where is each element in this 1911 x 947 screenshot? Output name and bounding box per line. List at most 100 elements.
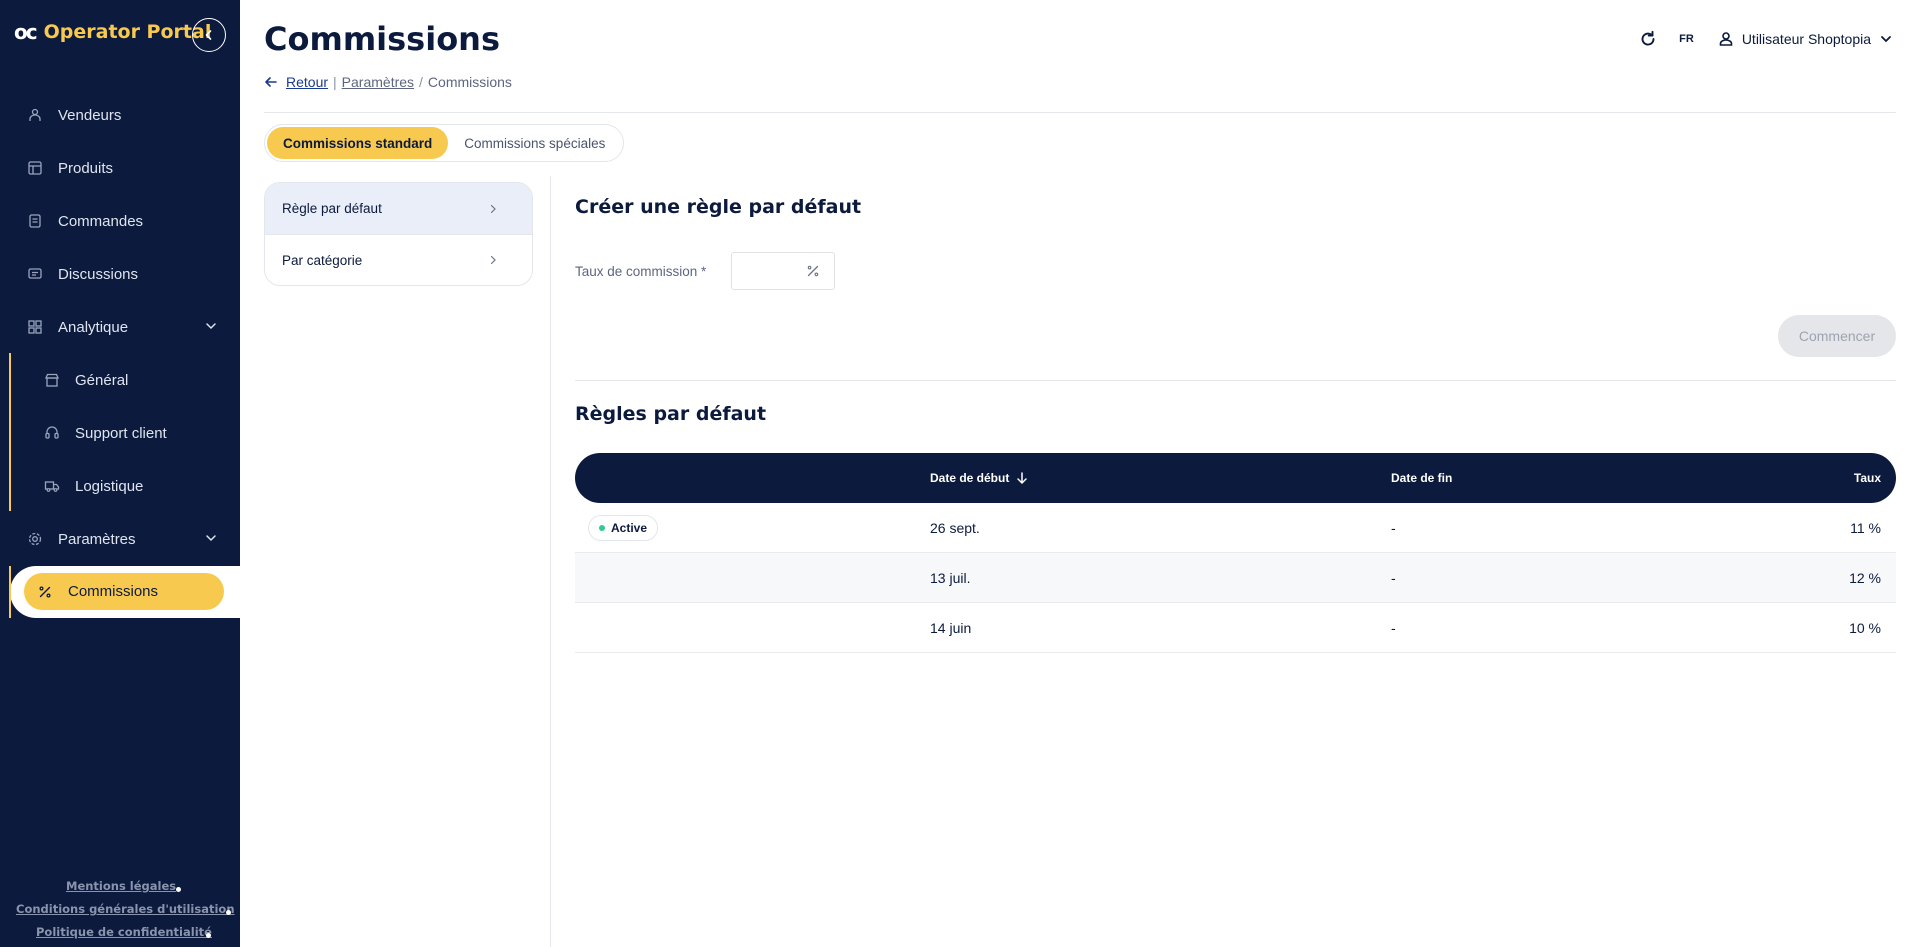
sidebar-item-label: Commandes — [58, 212, 144, 230]
percent-icon — [807, 265, 819, 277]
language-selector[interactable]: FR — [1679, 33, 1694, 45]
breadcrumb-current: Commissions — [427, 74, 512, 90]
column-start-date[interactable]: Date de début — [930, 453, 1029, 503]
sidebar-item-label: Général — [75, 371, 129, 389]
active-dot-icon — [599, 525, 605, 531]
brand-logo: oc — [14, 20, 38, 44]
default-rules-table: Date de début Date de fin Taux Active 26… — [575, 453, 1896, 653]
sidebar-item-vendeurs[interactable]: Vendeurs — [0, 95, 240, 135]
end-date-cell: - — [1391, 570, 1396, 586]
terms-link[interactable]: Conditions générales d'utilisation — [16, 902, 235, 916]
user-menu[interactable]: Utilisateur Shoptopia — [1718, 31, 1893, 47]
sidebar-item-label: Discussions — [58, 265, 139, 283]
sidebar-item-logistique[interactable]: Logistique — [0, 466, 240, 506]
sidebar-item-analytique[interactable]: Analytique — [0, 307, 240, 347]
status-cell: Active — [575, 503, 659, 553]
product-icon — [25, 158, 45, 178]
chat-icon — [25, 264, 45, 284]
headset-icon — [42, 423, 62, 443]
legal-notice-link[interactable]: Mentions légales — [66, 879, 176, 893]
default-rules-title: Règles par défaut — [575, 403, 767, 425]
start-button[interactable]: Commencer — [1778, 315, 1896, 357]
commission-tabs: Commissions standard Commissions spécial… — [264, 124, 625, 162]
sidebar-item-label: Commissions — [68, 583, 159, 600]
rate-cell: 10 % — [1849, 620, 1881, 636]
collapse-sidebar-button[interactable] — [192, 18, 226, 52]
start-date-cell: 14 juin — [930, 620, 972, 636]
active-indicator — [9, 566, 11, 618]
vendor-icon — [25, 105, 45, 125]
user-name: Utilisateur Shoptopia — [1741, 31, 1871, 47]
user-icon — [1719, 32, 1733, 46]
sidebar-item-label: Paramètres — [58, 530, 136, 548]
page-title: Commissions — [264, 20, 500, 58]
start-date-cell: 26 sept. — [930, 520, 980, 536]
create-rule-title: Créer une règle par défaut — [575, 196, 862, 218]
back-link[interactable]: Retour — [286, 74, 328, 90]
sidebar-item-commandes[interactable]: Commandes — [0, 201, 240, 241]
sidebar-item-label: Analytique — [58, 318, 129, 336]
header-tools: FR Utilisateur Shoptopia — [1639, 30, 1893, 48]
menu-item-label: Règle par défaut — [282, 201, 382, 216]
tab-commissions-speciales[interactable]: Commissions spéciales — [448, 127, 621, 159]
menu-item-label: Par catégorie — [282, 252, 363, 268]
gear-icon — [25, 529, 45, 549]
chevron-right-icon — [490, 204, 496, 213]
chevron-down-icon — [1881, 36, 1891, 43]
table-row[interactable]: Active 26 sept. - 11 % — [575, 503, 1896, 553]
rate-cell: 12 % — [1849, 570, 1881, 586]
main-content: Commissions FR Utilisateur Shoptopia Ret… — [240, 0, 1911, 947]
breadcrumb-separator: / — [419, 74, 423, 90]
status-label: Active — [611, 521, 648, 535]
table-header: Date de début Date de fin Taux — [575, 453, 1896, 503]
commission-rate-label: Taux de commission * — [575, 264, 707, 279]
breadcrumb-parametres[interactable]: Paramètres — [342, 74, 414, 90]
section-divider — [575, 380, 1896, 381]
sidebar: oc Operator Portal Vendeurs Produits Com… — [0, 0, 250, 947]
orders-icon — [25, 211, 45, 231]
refresh-button[interactable] — [1639, 30, 1657, 48]
column-rate: Taux — [1853, 471, 1881, 485]
sidebar-item-parametres[interactable]: Paramètres — [0, 519, 240, 559]
menu-item-regle-par-defaut[interactable]: Règle par défaut — [265, 183, 532, 234]
column-label: Date de début — [930, 471, 1010, 485]
truck-icon — [42, 476, 62, 496]
rate-cell: 11 % — [1850, 520, 1881, 536]
sidebar-item-discussions[interactable]: Discussions — [0, 254, 240, 294]
table-row[interactable]: 13 juil. - 12 % — [575, 553, 1896, 603]
sidebar-item-label: Support client — [75, 424, 167, 442]
sidebar-item-general[interactable]: Général — [0, 360, 240, 400]
sidebar-item-support-client[interactable]: Support client — [0, 413, 240, 453]
start-date-cell: 13 juil. — [930, 570, 971, 586]
breadcrumb: Retour | Paramètres / Commissions — [264, 74, 512, 90]
end-date-cell: - — [1391, 620, 1396, 636]
status-badge: Active — [588, 515, 659, 541]
store-icon — [42, 370, 62, 390]
table-row[interactable]: 14 juin - 10 % — [575, 603, 1896, 653]
commission-rate-input[interactable] — [731, 252, 835, 290]
sidebar-item-produits[interactable]: Produits — [0, 148, 240, 188]
refresh-icon — [1641, 30, 1655, 46]
arrow-down-icon — [1017, 472, 1028, 484]
header-divider — [264, 112, 1896, 113]
sidebar-item-label: Vendeurs — [58, 106, 122, 124]
menu-item-par-categorie[interactable]: Par catégorie — [265, 234, 532, 285]
brand-name: Operator Portal — [43, 21, 212, 43]
brand[interactable]: oc Operator Portal — [14, 20, 211, 44]
sidebar-item-label: Logistique — [75, 477, 144, 495]
chevron-right-icon — [490, 255, 496, 265]
sidebar-item-label: Produits — [58, 159, 114, 177]
arrow-left-icon[interactable] — [264, 75, 278, 89]
analytics-icon — [25, 317, 45, 337]
column-end-date: Date de fin — [1391, 471, 1453, 485]
footer-dot — [226, 910, 231, 915]
chevron-down-icon — [206, 323, 216, 330]
footer-dot — [206, 933, 211, 938]
tab-commissions-standard[interactable]: Commissions standard — [267, 127, 449, 159]
panel-divider — [550, 176, 551, 947]
sidebar-item-commissions[interactable]: Commissions — [24, 573, 224, 610]
percent-icon — [35, 582, 55, 602]
chevron-down-icon — [206, 535, 216, 542]
chevron-left-icon — [205, 30, 212, 40]
privacy-link[interactable]: Politique de confidentialité — [36, 925, 212, 939]
